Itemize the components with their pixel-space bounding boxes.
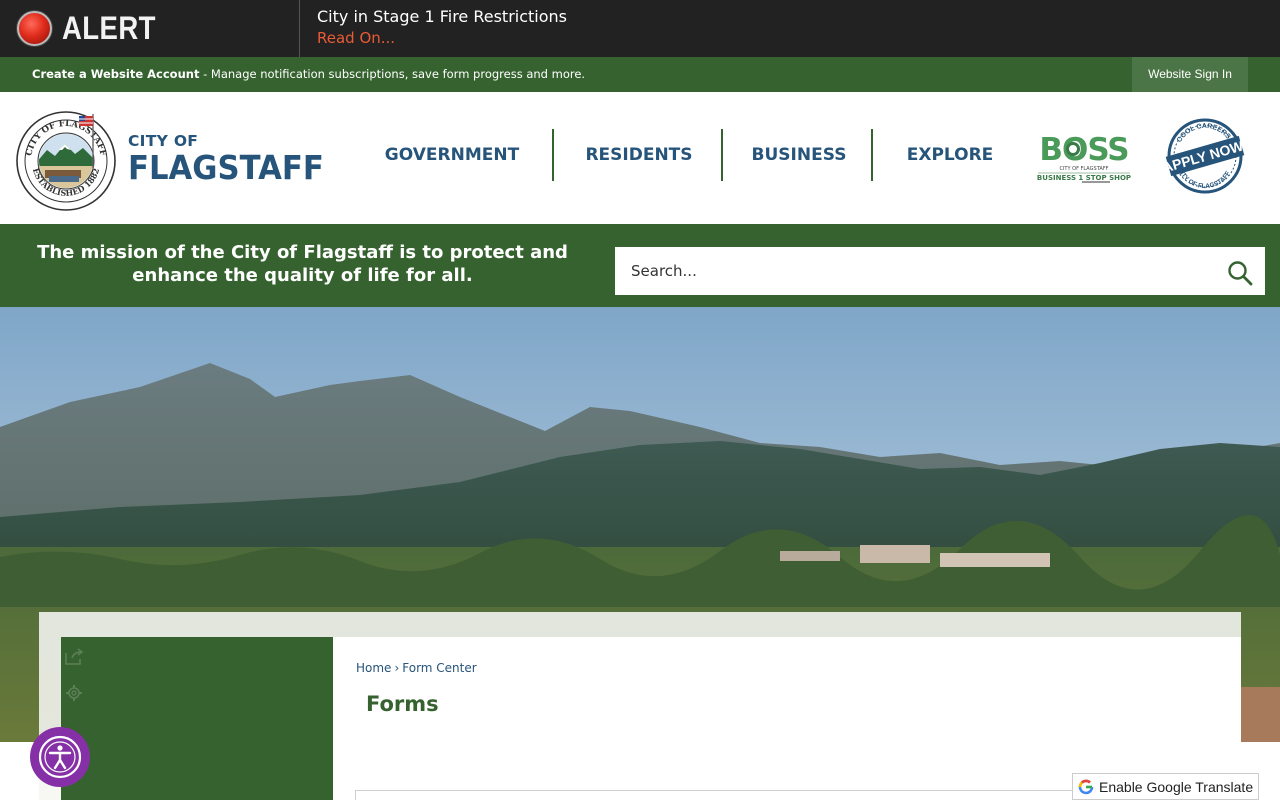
nav-explore[interactable]: EXPLORE (892, 129, 1008, 181)
boss-business-one-stop-shop-logo[interactable]: BOSS CITY OF FLAGSTAFF BUSINESS 1 STOP S… (1034, 133, 1134, 185)
breadcrumb-separator: › (394, 661, 400, 675)
breadcrumb-form-center-link[interactable]: Form Center (402, 661, 476, 675)
account-bar: Create a Website Account - Manage notifi… (0, 57, 1280, 92)
boss-tagline: BUSINESS 1 STOP SHOP (1037, 174, 1131, 182)
boss-city-text: CITY OF FLAGSTAFF (1059, 166, 1108, 172)
nav-divider (721, 129, 723, 181)
alert-label: ALERT (62, 10, 156, 46)
breadcrumb: Home › Form Center (356, 661, 477, 675)
apply-now-careers-badge[interactable]: APPLY NOW! COOL CAREERS CITY OF FLAGSTAF… (1163, 118, 1247, 194)
mission-search-bar: The mission of the City of Flagstaff is … (0, 224, 1280, 307)
mission-line-2: enhance the quality of life for all. (132, 265, 473, 286)
breadcrumb-home-link[interactable]: Home (356, 661, 391, 675)
page-root: ALERT City in Stage 1 Fire Restrictions … (0, 0, 1280, 800)
create-account-link[interactable]: Create a Website Account (32, 67, 199, 81)
site-header: CITY OF FLAGSTAFF ESTABLISHED 1882 CITY … (0, 92, 1280, 224)
nav-government[interactable]: GOVERNMENT (377, 129, 527, 181)
nav-business[interactable]: BUSINESS (740, 129, 858, 181)
site-search-input[interactable] (615, 247, 1265, 295)
form-list-container (355, 790, 1075, 800)
alert-read-on-link[interactable]: Read On... (317, 29, 395, 47)
translate-label: Enable Google Translate (1099, 779, 1254, 795)
page-title: Forms (366, 692, 439, 716)
website-sign-in-button[interactable]: Website Sign In (1132, 57, 1248, 92)
google-g-icon (1077, 778, 1095, 796)
gear-icon[interactable] (65, 684, 83, 702)
sidebar-panel (61, 637, 333, 800)
accessibility-widget-button[interactable] (30, 727, 90, 787)
account-message: Create a Website Account - Manage notifi… (32, 67, 585, 81)
account-description: - Manage notification subscriptions, sav… (199, 67, 586, 81)
alert-bar: ALERT City in Stage 1 Fire Restrictions … (0, 0, 1280, 57)
nav-divider (552, 129, 554, 181)
mission-line-1: The mission of the City of Flagstaff is … (37, 242, 568, 263)
alert-headline: City in Stage 1 Fire Restrictions (317, 7, 567, 26)
brand-flagstaff[interactable]: FLAGSTAFF (128, 148, 324, 187)
mission-statement: The mission of the City of Flagstaff is … (30, 241, 575, 287)
boss-logo-text: BOSS (1039, 133, 1128, 168)
alert-light-icon (17, 11, 52, 46)
nav-divider (871, 129, 873, 181)
nav-residents[interactable]: RESIDENTS (572, 129, 706, 181)
share-icon[interactable] (64, 648, 84, 666)
accessibility-icon (38, 735, 82, 779)
alert-label-area: ALERT (0, 0, 300, 57)
google-translate-button[interactable]: Enable Google Translate (1072, 773, 1259, 800)
search-icon[interactable] (1227, 260, 1253, 286)
city-seal-logo[interactable]: CITY OF FLAGSTAFF ESTABLISHED 1882 (15, 110, 117, 212)
